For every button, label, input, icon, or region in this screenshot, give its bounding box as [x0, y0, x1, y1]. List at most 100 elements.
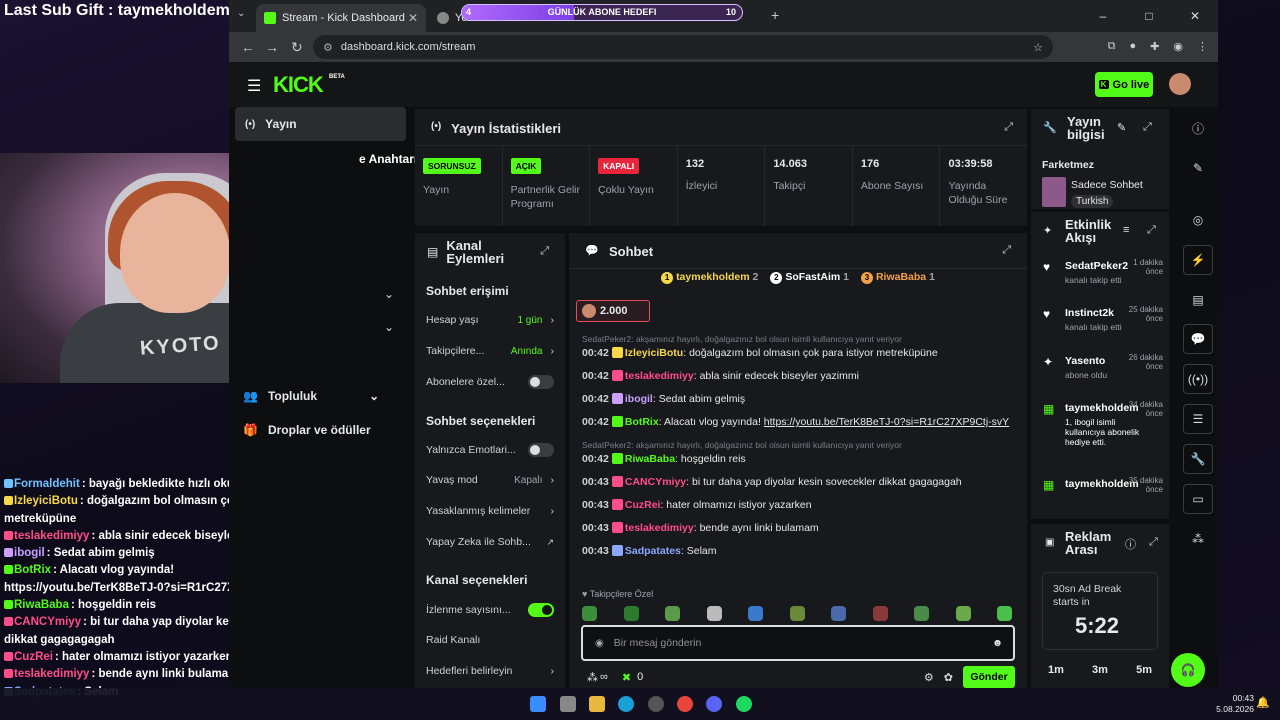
leaderboard-entry[interactable]: 2 SoFastAim 1 — [770, 271, 849, 291]
slow-mode-row[interactable]: Yavaş mod Kapalı › — [426, 474, 554, 486]
leaderboard-entry[interactable]: 3 RiwaBaba 1 — [860, 271, 935, 291]
emote-icon[interactable] — [914, 606, 929, 621]
info-icon[interactable]: ⓘ — [1183, 113, 1213, 143]
chat-message-input[interactable]: ◉ Bir mesaj gönderin ☻ — [581, 625, 1015, 661]
chat-username[interactable]: ibogil — [625, 393, 653, 405]
nav-item-stream-key[interactable]: e Anahtarı — [359, 152, 417, 166]
chat-username[interactable]: BotRix — [625, 416, 659, 428]
chat-username[interactable]: RiwaBaba — [625, 453, 675, 465]
banned-words-row[interactable]: Yasaklanmış kelimeler › — [426, 505, 554, 517]
send-button[interactable]: Gönder — [963, 666, 1015, 688]
info-icon[interactable]: ⓘ — [1125, 536, 1136, 552]
expand-icon[interactable]: ⤢ — [1149, 536, 1158, 549]
minimize-button[interactable]: – — [1080, 9, 1126, 23]
chat-username[interactable]: teslakedimiyy — [625, 522, 694, 534]
chat-bubble-icon[interactable]: 💬 — [1183, 324, 1213, 354]
support-headset-icon[interactable]: 🎧 — [1171, 653, 1205, 687]
emote-icon[interactable] — [997, 606, 1012, 621]
hamburger-menu-icon[interactable]: ☰ — [247, 76, 261, 96]
event-user[interactable]: Instinct2k — [1065, 307, 1114, 319]
filter-icon[interactable]: ≡ — [1123, 224, 1129, 236]
avatar[interactable] — [1169, 73, 1191, 95]
chat-message[interactable]: SedatPeker2: akşamınız hayırlı, doğalgaz… — [582, 333, 1012, 360]
maximize-button[interactable]: □ — [1126, 9, 1172, 23]
window-icon[interactable]: ▭ — [1183, 484, 1213, 514]
edit-pencil-icon[interactable]: ✎ — [1183, 153, 1213, 183]
close-window-button[interactable]: ✕ — [1172, 9, 1218, 23]
chat-username[interactable]: teslakedimiyy — [625, 370, 694, 382]
extensions-icon[interactable]: ✿ — [944, 671, 953, 684]
event-user[interactable]: SedatPeker2 — [1065, 260, 1128, 272]
layout-icon[interactable]: ☰ — [1183, 404, 1213, 434]
pinned-gift[interactable]: 2.000 — [576, 300, 650, 322]
spotify-icon[interactable] — [736, 696, 752, 712]
document-icon[interactable]: ▤ — [1183, 285, 1213, 315]
chat-username[interactable]: Sadpatates — [625, 545, 681, 557]
chat-message[interactable]: 00:43 Sadpatates: Selam — [582, 545, 1012, 558]
expand-icon[interactable]: ⤢ — [1002, 244, 1011, 257]
task-view-icon[interactable] — [560, 696, 576, 712]
account-age-row[interactable]: Hesap yaşı 1 gün › — [426, 314, 554, 326]
emote-icon[interactable] — [582, 606, 597, 621]
extension-icon[interactable]: ● — [1130, 40, 1137, 53]
tab-list-chevron-icon[interactable]: ⌄ — [237, 8, 245, 19]
profile-icon[interactable]: ◉ — [1173, 40, 1183, 53]
ad-option-1m[interactable]: 1m — [1048, 664, 1064, 676]
leaderboard-entry[interactable]: 1 taymekholdem 2 — [661, 271, 758, 291]
chevron-down-icon[interactable]: ⌄ — [384, 287, 394, 301]
expand-icon[interactable]: ⤢ — [1143, 121, 1152, 134]
chat-username[interactable]: IzleyiciBotu — [625, 347, 683, 359]
emote-icon[interactable] — [789, 606, 805, 621]
emote-icon[interactable] — [955, 606, 971, 621]
menu-dots-icon[interactable]: ⋮ — [1197, 40, 1208, 53]
chat-message[interactable]: 00:42 ibogil: Sedat abim gelmiş — [582, 393, 1012, 406]
ai-chat-row[interactable]: Yapay Zeka ile Sohb... ↗ — [426, 536, 554, 548]
subs-only-toggle[interactable] — [528, 375, 554, 389]
tab-close-icon[interactable]: ✕ — [408, 11, 418, 25]
site-info-icon[interactable]: ⚙ — [323, 41, 333, 54]
emoji-picker-icon[interactable]: ☻ — [992, 637, 1003, 649]
new-tab-icon[interactable]: + — [771, 7, 779, 23]
expand-icon[interactable]: ⤢ — [1004, 121, 1013, 134]
chat-message[interactable]: 00:43 CANCYmiyy: bi tur daha yap diyolar … — [582, 476, 1012, 489]
chevron-down-icon[interactable]: ⌄ — [384, 320, 394, 334]
expand-icon[interactable]: ⤢ — [1147, 224, 1156, 237]
kick-logo[interactable]: KICK — [273, 72, 324, 98]
emote-icon[interactable] — [706, 606, 722, 621]
community-icon[interactable]: ⁂ — [1183, 524, 1213, 554]
notification-bell-icon[interactable]: 🔔 — [1256, 696, 1270, 709]
nav-item-community[interactable]: 👥 Topluluk ⌄ — [243, 389, 379, 403]
back-icon[interactable]: ← — [241, 39, 255, 55]
edge-icon[interactable] — [618, 696, 634, 712]
emote-icon[interactable] — [665, 606, 680, 621]
edit-pencil-icon[interactable]: ✎ — [1117, 121, 1126, 134]
emote-icon[interactable] — [748, 606, 763, 621]
chat-username[interactable]: CuzRei — [625, 499, 661, 511]
system-clock[interactable]: 00:43 5.08.2026 — [1216, 693, 1254, 715]
translate-icon[interactable]: ⧉ — [1108, 40, 1116, 53]
file-explorer-icon[interactable] — [589, 696, 605, 712]
emotes-only-toggle[interactable] — [528, 443, 554, 457]
chat-message[interactable]: 00:43 CuzRei: hater olmamızı istiyor yaza… — [582, 499, 1012, 512]
chat-message[interactable]: 00:42 BotRix: Alacatı vlog yayında! https… — [582, 416, 1012, 429]
chrome-icon[interactable] — [677, 696, 693, 712]
lightning-icon[interactable]: ⚡ — [1183, 245, 1213, 275]
view-count-toggle[interactable] — [528, 603, 554, 617]
wrench-icon[interactable]: 🔧 — [1183, 444, 1213, 474]
reload-icon[interactable]: ↻ — [291, 39, 303, 56]
puzzle-icon[interactable]: ✚ — [1150, 40, 1159, 53]
chat-message[interactable]: SedatPeker2: akşamınız hayırlı, doğalgaz… — [582, 439, 1012, 466]
emote-icon[interactable] — [831, 606, 846, 621]
nav-item-yayin[interactable]: (•) Yayın — [235, 107, 406, 141]
chat-link[interactable]: https://youtu.be/TerK8BeTJ-0?si=R1rC27XP… — [764, 416, 1009, 428]
go-live-button[interactable]: K Go live — [1095, 72, 1153, 97]
emote-icon[interactable] — [872, 606, 888, 621]
ad-option-5m[interactable]: 5m — [1136, 664, 1152, 676]
nav-item-drops[interactable]: 🎁 Droplar ve ödüller — [243, 423, 371, 437]
tab-kick-dashboard[interactable]: Stream - Kick Dashboard ✕ — [256, 4, 426, 32]
event-user[interactable]: Yasento — [1065, 355, 1105, 367]
followers-row[interactable]: Takipçilere... Anında › — [426, 345, 554, 357]
raid-row[interactable]: Raid Kanalı — [426, 634, 554, 646]
settings-gear-icon[interactable]: ⚙ — [924, 671, 934, 684]
forward-icon[interactable]: → — [265, 39, 279, 55]
